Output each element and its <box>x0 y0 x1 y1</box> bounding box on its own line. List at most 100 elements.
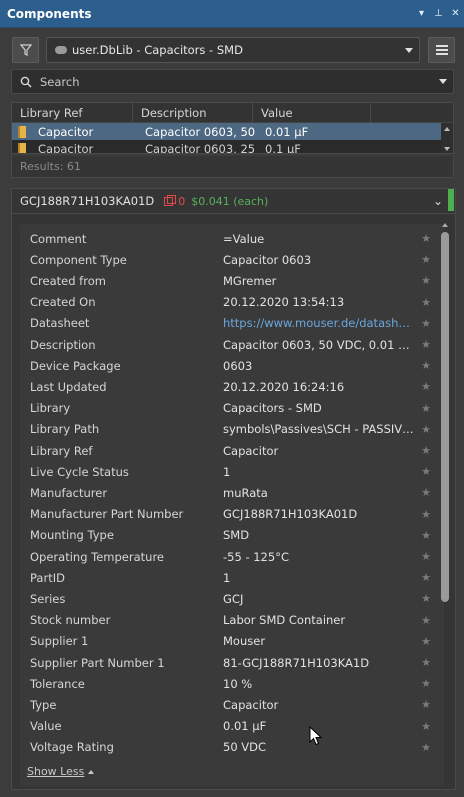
property-row[interactable]: Live Cycle Status 1 ★ <box>30 461 434 482</box>
property-value: Capacitor <box>223 443 279 458</box>
scroll-up-icon[interactable] <box>444 127 450 131</box>
close-icon[interactable]: ✕ <box>447 8 464 19</box>
property-name: Value <box>30 719 62 734</box>
status-indicator <box>448 189 454 211</box>
property-row[interactable]: Library Path symbols\Passives\SCH - PASSI… <box>30 419 434 440</box>
copy-icon <box>164 194 177 206</box>
collapse-icon[interactable]: ⌄ <box>433 194 443 208</box>
star-icon[interactable]: ★ <box>415 465 431 478</box>
row-description: Capacitor 0603, 25 V... <box>145 141 259 154</box>
pin-icon[interactable]: ⊥ <box>430 8 447 19</box>
panel-title-bar: Components ▾ ⊥ ✕ <box>0 0 464 28</box>
star-icon[interactable]: ★ <box>415 423 431 436</box>
scroll-up-icon[interactable] <box>442 223 448 227</box>
property-row[interactable]: Series GCJ ★ <box>30 588 434 609</box>
table-row[interactable]: Capacitor Capacitor 0603, 25 V... 0.1 µF <box>12 140 453 154</box>
property-row[interactable]: Description Capacitor 0603, 50 VDC, 0.01 … <box>30 334 434 355</box>
property-value: 10 % <box>223 676 253 691</box>
star-icon[interactable]: ★ <box>415 232 431 245</box>
property-row[interactable]: Operating Temperature -55 - 125°C ★ <box>30 546 434 567</box>
property-row[interactable]: Supplier Part Number 1 81-GCJ188R71H103KA… <box>30 652 434 673</box>
panel-menu-icon[interactable]: ▾ <box>413 8 430 19</box>
star-icon[interactable]: ★ <box>415 571 431 584</box>
star-icon[interactable]: ★ <box>415 338 431 351</box>
component-name: GCJ188R71H103KA01D <box>20 194 155 208</box>
star-icon[interactable]: ★ <box>415 508 431 521</box>
property-name: Library Path <box>30 422 100 437</box>
property-value: Capacitors - SMD <box>223 401 322 416</box>
property-name: Tolerance <box>30 676 85 691</box>
star-icon[interactable]: ★ <box>415 274 431 287</box>
property-row[interactable]: Voltage Rating 50 VDC ★ <box>30 737 434 758</box>
property-row[interactable]: Created On 20.12.2020 13:54:13 ★ <box>30 292 434 313</box>
star-icon[interactable]: ★ <box>415 486 431 499</box>
search-options-icon[interactable] <box>439 79 447 84</box>
column-header-value[interactable]: Value <box>253 103 371 123</box>
property-row[interactable]: Stock number Labor SMD Container ★ <box>30 610 434 631</box>
property-row[interactable]: Last Updated 20.12.2020 16:24:16 ★ <box>30 376 434 397</box>
star-icon[interactable]: ★ <box>415 317 431 330</box>
star-icon[interactable]: ★ <box>415 380 431 393</box>
star-icon[interactable]: ★ <box>415 635 431 648</box>
properties-scrollbar[interactable] <box>441 232 449 602</box>
property-row[interactable]: Created from MGremer ★ <box>30 270 434 291</box>
star-icon[interactable]: ★ <box>415 550 431 563</box>
star-icon[interactable]: ★ <box>415 402 431 415</box>
star-icon[interactable]: ★ <box>415 677 431 690</box>
search-icon <box>20 76 32 87</box>
property-row[interactable]: Library Ref Capacitor ★ <box>30 440 434 461</box>
property-name: Component Type <box>30 252 127 267</box>
star-icon[interactable]: ★ <box>415 296 431 309</box>
row-library-ref: Capacitor <box>38 141 94 154</box>
property-row[interactable]: Comment =Value ★ <box>30 228 434 249</box>
star-icon[interactable]: ★ <box>415 720 431 733</box>
star-icon[interactable]: ★ <box>415 529 431 542</box>
star-icon[interactable]: ★ <box>415 592 431 605</box>
property-row[interactable]: Tolerance 10 % ★ <box>30 673 434 694</box>
scroll-down-icon[interactable] <box>444 147 450 151</box>
property-row[interactable]: Datasheet https://www.mouser.de/datasheet… <box>30 313 434 334</box>
property-row[interactable]: Manufacturer Part Number GCJ188R71H103KA0… <box>30 504 434 525</box>
library-select[interactable]: user.DbLib - Capacitors - SMD <box>46 37 420 63</box>
star-icon[interactable]: ★ <box>415 253 431 266</box>
property-value: GCJ <box>223 591 244 606</box>
property-row[interactable]: Device Package 0603 ★ <box>30 355 434 376</box>
property-row[interactable]: Supplier 1 Mouser ★ <box>30 631 434 652</box>
property-name: Supplier 1 <box>30 634 89 649</box>
star-icon[interactable]: ★ <box>415 698 431 711</box>
property-name: Manufacturer <box>30 485 108 500</box>
property-value: SMD <box>223 528 250 543</box>
property-name: Device Package <box>30 358 121 373</box>
property-name: Series <box>30 591 66 606</box>
property-row[interactable]: Value 0.01 µF ★ <box>30 716 434 737</box>
property-name: Operating Temperature <box>30 549 164 564</box>
filter-button[interactable] <box>12 37 39 63</box>
row-description: Capacitor 0603, 50 V... <box>145 124 259 139</box>
database-icon <box>55 46 67 54</box>
properties-list: Comment =Value ★ Component Type Capacitor 06… <box>20 224 444 786</box>
library-select-value: user.DbLib - Capacitors - SMD <box>72 43 243 57</box>
property-value: muRata <box>223 485 268 500</box>
property-row[interactable]: Library Capacitors - SMD ★ <box>30 398 434 419</box>
star-icon[interactable]: ★ <box>415 359 431 372</box>
show-less-link[interactable]: Show Less <box>27 765 95 778</box>
datasheet-link[interactable]: https://www.mouser.de/datasheet/2/... <box>223 316 415 330</box>
table-row[interactable]: Capacitor Capacitor 0603, 50 V... 0.01 µ… <box>12 123 453 140</box>
menu-button[interactable] <box>428 37 455 63</box>
property-row[interactable]: Component Type Capacitor 0603 ★ <box>30 249 434 270</box>
property-value: -55 - 125°C <box>223 549 289 564</box>
star-icon[interactable]: ★ <box>415 656 431 669</box>
property-row[interactable]: Type Capacitor ★ <box>30 694 434 715</box>
star-icon[interactable]: ★ <box>415 614 431 627</box>
column-header-library-ref[interactable]: Library Ref <box>12 103 133 123</box>
property-value: MGremer <box>223 273 277 288</box>
grid-scrollbar[interactable] <box>441 123 453 153</box>
property-row[interactable]: Manufacturer muRata ★ <box>30 482 434 503</box>
column-header-description[interactable]: Description <box>133 103 253 123</box>
star-icon[interactable]: ★ <box>415 741 431 754</box>
star-icon[interactable]: ★ <box>415 444 431 457</box>
search-input[interactable]: Search <box>11 69 454 94</box>
property-value: Labor SMD Container <box>223 613 346 628</box>
property-row[interactable]: PartID 1 ★ <box>30 567 434 588</box>
property-row[interactable]: Mounting Type SMD ★ <box>30 525 434 546</box>
